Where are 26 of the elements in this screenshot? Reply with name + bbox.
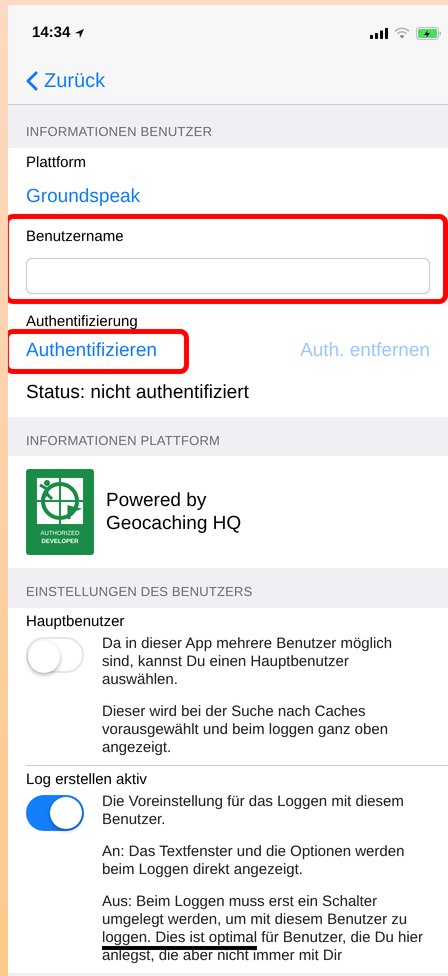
geocaching-emblem-icon xyxy=(34,475,86,527)
signal-icon xyxy=(370,28,388,38)
status-time: 14:34 xyxy=(32,22,70,43)
powered-by-text: Powered by Geocaching HQ xyxy=(106,489,242,535)
setting-description: Dieser wird bei der Suche nach Caches vorausgewählt und beim loggen ganz oben angezeigt. xyxy=(102,702,390,756)
setting-label: Hauptbenutzer xyxy=(26,612,126,632)
field-label: Authentifizierung xyxy=(25,312,139,332)
toggle-switch[interactable] xyxy=(26,794,84,830)
field-label: Benutzername xyxy=(26,227,125,248)
authenticate-button[interactable]: Authentifizieren xyxy=(26,337,157,366)
back-chevron-icon xyxy=(26,70,38,90)
platform-link[interactable]: Groundspeak xyxy=(8,176,448,220)
back-button[interactable]: Zurück xyxy=(26,66,106,96)
setting-description: Die Voreinstellung für das Loggen mit diesem Benutzer. xyxy=(102,792,405,828)
field-label: Plattform xyxy=(25,153,88,174)
section-header: INFORMATIONEN PLATTFORM xyxy=(25,432,222,450)
wifi-icon xyxy=(394,27,410,39)
username-field[interactable] xyxy=(26,258,430,294)
section-header: INFORMATIONEN BENUTZER xyxy=(25,123,214,141)
setting-description: Da in dieser App mehrere Benutzer möglich sind, kannst Du einen Hauptbenutzer auswählen. xyxy=(102,634,394,688)
status-text: Status: nicht authentifiziert xyxy=(25,380,250,405)
setting-description: An: Das Textfenster und die Optionen werden beim Loggen direkt angezeigt. xyxy=(102,842,406,878)
toggle-switch[interactable] xyxy=(26,636,84,672)
setting-label: Log erstellen aktiv xyxy=(26,770,148,790)
setting-description: Aus: Beim Loggen muss erst ein Schalter umgelegt werden, um mit diesem Benutzer zu loggen. Dies ist optimal für Benutzer, die Du hier anlegst, die aber nicht immer mit Dir xyxy=(102,892,424,964)
section-header: EINSTELLUNGEN DES BENUTZERS xyxy=(25,583,254,601)
